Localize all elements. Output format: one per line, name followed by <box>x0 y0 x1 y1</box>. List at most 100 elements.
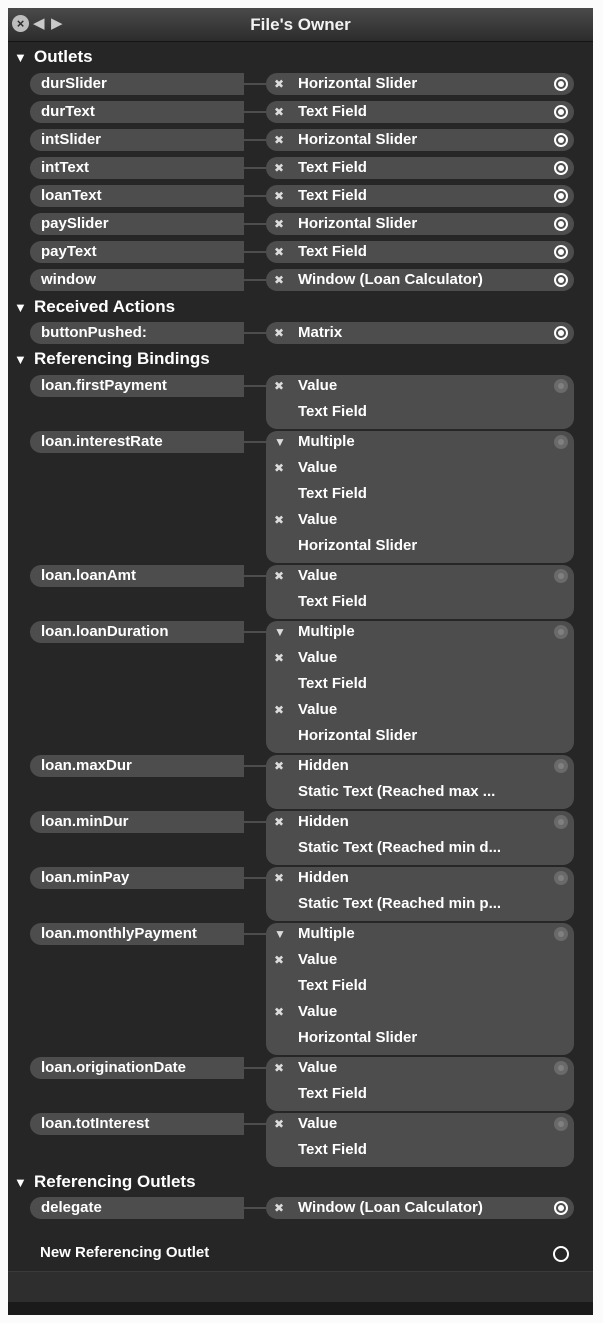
binding-target[interactable]: ▼ Multiple ✖ Value Text Field ✖ Value Horizonta… <box>266 621 574 753</box>
section-header-received-actions[interactable]: ▼ Received Actions <box>8 295 593 318</box>
connection-radio[interactable] <box>554 189 568 203</box>
connection-source[interactable]: loanText <box>30 185 244 207</box>
binding-radio[interactable] <box>554 379 568 393</box>
binding-target[interactable]: ✖ Value Text Field <box>266 1113 574 1167</box>
disclosure-triangle-icon[interactable]: ▼ <box>8 348 34 371</box>
binding-radio[interactable] <box>554 815 568 829</box>
connection-radio[interactable] <box>554 1201 568 1215</box>
connection-target[interactable]: ✖ Text Field <box>266 241 574 263</box>
binding-line: Horizontal Slider <box>274 533 417 559</box>
binding-target[interactable]: ✖ Value Text Field <box>266 375 574 429</box>
connection-radio[interactable] <box>554 245 568 259</box>
disconnect-x-icon[interactable]: ✖ <box>274 211 298 237</box>
disconnect-x-icon[interactable]: ✖ <box>274 809 298 835</box>
disclosure-triangle-icon[interactable]: ▼ <box>274 921 298 947</box>
binding-source[interactable]: loan.interestRate <box>30 431 244 453</box>
binding-target[interactable]: ▼ Multiple ✖ Value Text Field ✖ Value Horizonta… <box>266 431 574 563</box>
binding-radio[interactable] <box>554 1117 568 1131</box>
target-label: Text Field <box>298 187 367 204</box>
disclosure-triangle-icon[interactable]: ▼ <box>8 296 34 319</box>
binding-source[interactable]: loan.originationDate <box>30 1057 244 1079</box>
binding-target[interactable]: ✖ Hidden Static Text (Reached min p... <box>266 867 574 921</box>
binding-radio[interactable] <box>554 927 568 941</box>
disconnect-x-icon[interactable]: ✖ <box>274 155 298 181</box>
binding-radio[interactable] <box>554 871 568 885</box>
section-header-referencing-outlets[interactable]: ▼ Referencing Outlets <box>8 1170 593 1193</box>
binding-source[interactable]: loan.maxDur <box>30 755 244 777</box>
connection-radio[interactable] <box>554 105 568 119</box>
disclosure-triangle-icon[interactable]: ▼ <box>8 1171 34 1194</box>
connection-source[interactable]: intText <box>30 157 244 179</box>
new-referencing-outlet-radio[interactable] <box>553 1246 569 1262</box>
binding-target[interactable]: ✖ Hidden Static Text (Reached max ... <box>266 755 574 809</box>
binding-source[interactable]: loan.firstPayment <box>30 375 244 397</box>
connection-target[interactable]: ✖ Text Field <box>266 101 574 123</box>
disconnect-x-icon[interactable]: ✖ <box>274 507 298 533</box>
connection-radio[interactable] <box>554 161 568 175</box>
disclosure-triangle-icon[interactable]: ▼ <box>274 619 298 645</box>
binding-target[interactable]: ✖ Hidden Static Text (Reached min d... <box>266 811 574 865</box>
binding-radio[interactable] <box>554 625 568 639</box>
disconnect-x-icon[interactable]: ✖ <box>274 239 298 265</box>
binding-source[interactable]: loan.monthlyPayment <box>30 923 244 945</box>
disconnect-x-icon[interactable]: ✖ <box>274 697 298 723</box>
connection-source[interactable]: window <box>30 269 244 291</box>
disconnect-x-icon[interactable]: ✖ <box>274 267 298 293</box>
binding-target[interactable]: ▼ Multiple ✖ Value Text Field ✖ Value Horizonta… <box>266 923 574 1055</box>
connection-source[interactable]: paySlider <box>30 213 244 235</box>
disconnect-x-icon[interactable]: ✖ <box>274 71 298 97</box>
disconnect-x-icon[interactable]: ✖ <box>274 1055 298 1081</box>
connection-radio[interactable] <box>554 326 568 340</box>
disconnect-x-icon[interactable]: ✖ <box>274 183 298 209</box>
connection-target[interactable]: ✖ Text Field <box>266 157 574 179</box>
binding-radio[interactable] <box>554 435 568 449</box>
disconnect-x-icon[interactable]: ✖ <box>274 563 298 589</box>
connection-target[interactable]: ✖ Text Field <box>266 185 574 207</box>
connection-target[interactable]: ✖ Horizontal Slider <box>266 73 574 95</box>
connection-target[interactable]: ✖ Matrix <box>266 322 574 344</box>
disconnect-x-icon[interactable]: ✖ <box>274 1111 298 1137</box>
connection-target[interactable]: ✖ Window (Loan Calculator) <box>266 269 574 291</box>
disconnect-x-icon[interactable]: ✖ <box>274 455 298 481</box>
section-header-referencing-bindings[interactable]: ▼ Referencing Bindings <box>8 347 593 370</box>
disconnect-x-icon[interactable]: ✖ <box>274 127 298 153</box>
disconnect-x-icon[interactable]: ✖ <box>274 645 298 671</box>
binding-target[interactable]: ✖ Value Text Field <box>266 565 574 619</box>
target-label: Text Field <box>298 159 367 176</box>
binding-source[interactable]: loan.minPay <box>30 867 244 889</box>
connection-target[interactable]: ✖ Horizontal Slider <box>266 213 574 235</box>
binding-radio[interactable] <box>554 1061 568 1075</box>
disconnect-x-icon[interactable]: ✖ <box>274 753 298 779</box>
connection-radio[interactable] <box>554 273 568 287</box>
connection-radio[interactable] <box>554 217 568 231</box>
disconnect-x-icon[interactable]: ✖ <box>274 999 298 1025</box>
binding-line: ✖ Value <box>274 455 337 481</box>
disclosure-triangle-icon[interactable]: ▼ <box>274 429 298 455</box>
connection-source[interactable]: durSlider <box>30 73 244 95</box>
binding-radio[interactable] <box>554 759 568 773</box>
connection-target[interactable]: ✖ Horizontal Slider <box>266 129 574 151</box>
binding-source[interactable]: loan.minDur <box>30 811 244 833</box>
binding-source[interactable]: loan.loanAmt <box>30 565 244 587</box>
binding-radio[interactable] <box>554 569 568 583</box>
disconnect-x-icon[interactable]: ✖ <box>274 1195 298 1221</box>
binding-target[interactable]: ✖ Value Text Field <box>266 1057 574 1111</box>
disclosure-triangle-icon[interactable]: ▼ <box>8 46 34 69</box>
binding-source[interactable]: loan.loanDuration <box>30 621 244 643</box>
disconnect-x-icon[interactable]: ✖ <box>274 99 298 125</box>
connection-source[interactable]: payText <box>30 241 244 263</box>
binding-source[interactable]: loan.totInterest <box>30 1113 244 1135</box>
connection-radio[interactable] <box>554 77 568 91</box>
connection-source[interactable]: delegate <box>30 1197 244 1219</box>
section-header-outlets[interactable]: ▼ Outlets <box>8 45 593 68</box>
disconnect-x-icon[interactable]: ✖ <box>274 373 298 399</box>
disconnect-x-icon[interactable]: ✖ <box>274 320 298 346</box>
connection-source[interactable]: durText <box>30 101 244 123</box>
disconnect-x-icon[interactable]: ✖ <box>274 865 298 891</box>
connection-line <box>244 1207 268 1209</box>
connection-source[interactable]: intSlider <box>30 129 244 151</box>
disconnect-x-icon[interactable]: ✖ <box>274 947 298 973</box>
connection-radio[interactable] <box>554 133 568 147</box>
connection-target[interactable]: ✖ Window (Loan Calculator) <box>266 1197 574 1219</box>
connection-source[interactable]: buttonPushed: <box>30 322 244 344</box>
